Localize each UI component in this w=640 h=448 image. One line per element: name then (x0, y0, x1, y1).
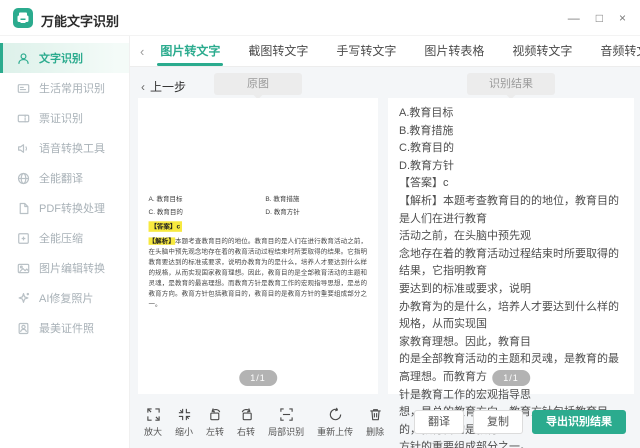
id-card-icon (17, 82, 30, 95)
option-d: D. 教育方针 (265, 208, 300, 216)
refresh-icon (329, 407, 341, 421)
ticket-icon (17, 112, 30, 125)
sidebar-item-ticket-recognition[interactable]: 票证识别 (0, 103, 129, 133)
reupload-button[interactable]: 重新上传 (317, 407, 353, 438)
tab-audio-to-text[interactable]: 音频转文字 (586, 36, 640, 66)
sidebar-item-pdf-convert[interactable]: PDF转换处理 (0, 193, 129, 223)
sidebar-item-label: 语音转换工具 (39, 143, 105, 155)
rotate-right-icon (241, 408, 252, 421)
sidebar-item-ai-repair[interactable]: AI修复照片 (0, 283, 129, 313)
sidebar-item-compress[interactable]: 全能压缩 (0, 223, 129, 253)
title-bar: 万能文字识别 — □ × (0, 0, 640, 36)
back-button[interactable]: ‹ 上一步 (141, 78, 186, 95)
rotate-left-button[interactable]: 左转 (206, 407, 224, 438)
sidebar-item-label: 最美证件照 (39, 323, 94, 335)
sidebar-item-audio-tools[interactable]: 语音转换工具 (0, 133, 129, 163)
app-logo-icon (13, 8, 33, 28)
analysis-text: 本题考查教育目的的地位。教育目的是人们在进行教育活动之前，在头脑中预先观念地存在… (148, 237, 368, 309)
option-a: A. 教育目标 (148, 195, 183, 203)
text-recognition-icon (17, 52, 30, 65)
app-title: 万能文字识别 (41, 14, 120, 29)
tab-handwriting-to-text[interactable]: 手写转文字 (322, 36, 410, 66)
sidebar-item-label: 图片编辑转换 (39, 263, 105, 275)
original-image-text: A. 教育目标 B. 教育措施 C. 教育目的 D. 教育方针 【答案】c 【解… (138, 194, 378, 310)
result-page-indicator: 1/1 (492, 370, 530, 386)
portrait-icon (17, 322, 30, 335)
image-toolbar: 放大 缩小 左转 右转 局部识别 重新上传 删除 (144, 407, 384, 438)
tab-bar: ‹ 图片转文字 截图转文字 手写转文字 图片转表格 视频转文字 音频转文字 数字… (130, 36, 640, 67)
original-page-indicator: 1/1 (239, 370, 277, 386)
original-image-panel: A. 教育目标 B. 教育措施 C. 教育目的 D. 教育方针 【答案】c 【解… (138, 98, 378, 394)
sidebar-item-text-recognition[interactable]: 文字识别 (0, 43, 129, 73)
delete-button[interactable]: 删除 (366, 407, 384, 438)
original-image-badge: 原图 (214, 73, 302, 95)
tab-image-to-table[interactable]: 图片转表格 (410, 36, 498, 66)
globe-icon (17, 172, 30, 185)
maximize-button[interactable]: □ (596, 10, 603, 26)
close-button[interactable]: × (619, 10, 626, 26)
rotate-right-button[interactable]: 右转 (237, 407, 255, 438)
back-chevron-icon: ‹ (141, 80, 145, 94)
result-panel: A.教育目标 B.教育措施 C.教育目的 D.教育方针 【答案】c 【解析】本题… (388, 98, 634, 448)
sidebar-item-translate[interactable]: 全能翻译 (0, 163, 129, 193)
active-tab-underline (157, 63, 224, 66)
zoom-out-button[interactable]: 缩小 (175, 407, 193, 438)
result-badge: 识别结果 (467, 73, 555, 95)
copy-button[interactable]: 复制 (473, 410, 523, 434)
content-area: ‹ 上一步 原图 识别结果 A. 教育目标 B. 教育措施 C. 教育目的 D. … (130, 67, 640, 448)
image-icon (17, 262, 30, 275)
compress-icon (17, 232, 30, 245)
sidebar-item-label: 全能压缩 (39, 233, 83, 245)
sidebar-item-label: PDF转换处理 (39, 203, 105, 215)
sidebar-item-label: 票证识别 (39, 113, 83, 125)
trash-icon (369, 409, 381, 421)
speaker-icon (17, 142, 30, 155)
scan-region-icon (279, 408, 293, 421)
pdf-file-icon (17, 202, 30, 215)
result-text[interactable]: A.教育目标 B.教育措施 C.教育目的 D.教育方针 【答案】c 【解析】本题… (388, 98, 634, 448)
zoom-out-icon (178, 408, 190, 421)
export-result-button[interactable]: 导出识别结果 (532, 410, 626, 434)
original-image-blank-area (138, 98, 378, 194)
sidebar-item-label: 生活常用识别 (39, 83, 105, 95)
sparkle-icon (17, 292, 30, 305)
zoom-in-button[interactable]: 放大 (144, 407, 162, 438)
minimize-button[interactable]: — (568, 10, 580, 26)
tab-image-to-text[interactable]: 图片转文字 (146, 36, 234, 66)
sidebar-item-label: 文字识别 (39, 53, 83, 65)
zoom-in-icon (146, 408, 160, 421)
tab-screenshot-to-text[interactable]: 截图转文字 (234, 36, 322, 66)
back-label: 上一步 (150, 80, 187, 94)
analysis-label-highlight: 【解析】 (148, 237, 176, 245)
tabs-back-chevron-icon[interactable]: ‹ (140, 44, 144, 59)
window-controls: — □ × (568, 10, 626, 26)
analysis-paragraph: 【解析】本题考查教育目的的地位。教育目的是人们在进行教育活动之前，在头脑中预先观… (149, 236, 367, 310)
translate-button[interactable]: 翻译 (414, 410, 464, 434)
sidebar-item-image-edit[interactable]: 图片编辑转换 (0, 253, 129, 283)
sidebar-item-id-photo[interactable]: 最美证件照 (0, 313, 129, 343)
sidebar-item-label: 全能翻译 (39, 173, 83, 185)
partial-recognition-button[interactable]: 局部识别 (268, 407, 304, 438)
rotate-left-icon (209, 408, 220, 421)
answer-highlight: 【答案】c (148, 221, 182, 232)
sidebar: 文字识别 生活常用识别 票证识别 语音转换工具 全能翻译 PDF转换处理 全能压… (0, 36, 130, 448)
tab-video-to-text[interactable]: 视频转文字 (498, 36, 586, 66)
sidebar-item-label: AI修复照片 (39, 293, 94, 305)
result-actions: 翻译 复制 导出识别结果 (414, 410, 626, 434)
option-c: C. 教育目的 (148, 208, 183, 216)
option-b: B. 教育措施 (265, 195, 300, 203)
sidebar-item-life-recognition[interactable]: 生活常用识别 (0, 73, 129, 103)
main-area: ‹ 图片转文字 截图转文字 手写转文字 图片转表格 视频转文字 音频转文字 数字… (130, 36, 640, 448)
